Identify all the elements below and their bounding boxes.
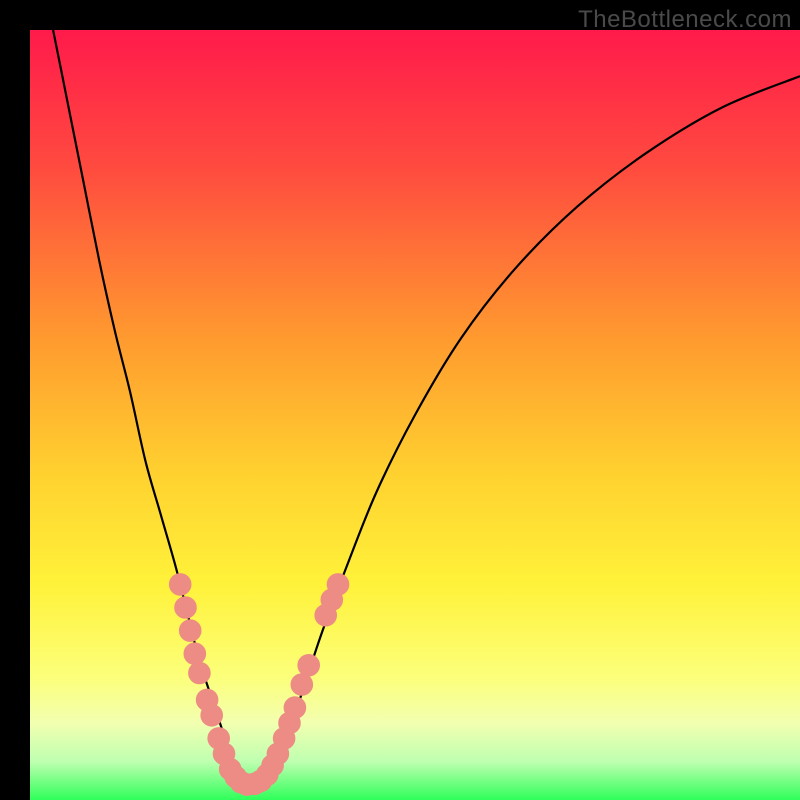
bottleneck-curve: [53, 30, 800, 785]
highlighted-points-group: [169, 574, 348, 796]
highlighted-point: [175, 597, 197, 619]
highlighted-point: [291, 674, 313, 696]
chart-overlay-svg: [30, 30, 800, 800]
highlighted-point: [327, 574, 349, 596]
watermark-text: TheBottleneck.com: [578, 6, 792, 34]
highlighted-point: [298, 655, 320, 677]
highlighted-point: [284, 697, 306, 719]
highlighted-point: [184, 643, 206, 665]
highlighted-point: [169, 574, 191, 596]
highlighted-point: [179, 620, 201, 642]
highlighted-point: [201, 705, 223, 727]
highlighted-point: [189, 662, 211, 684]
plot-area: [30, 30, 800, 800]
chart-frame: TheBottleneck.com: [0, 0, 800, 800]
